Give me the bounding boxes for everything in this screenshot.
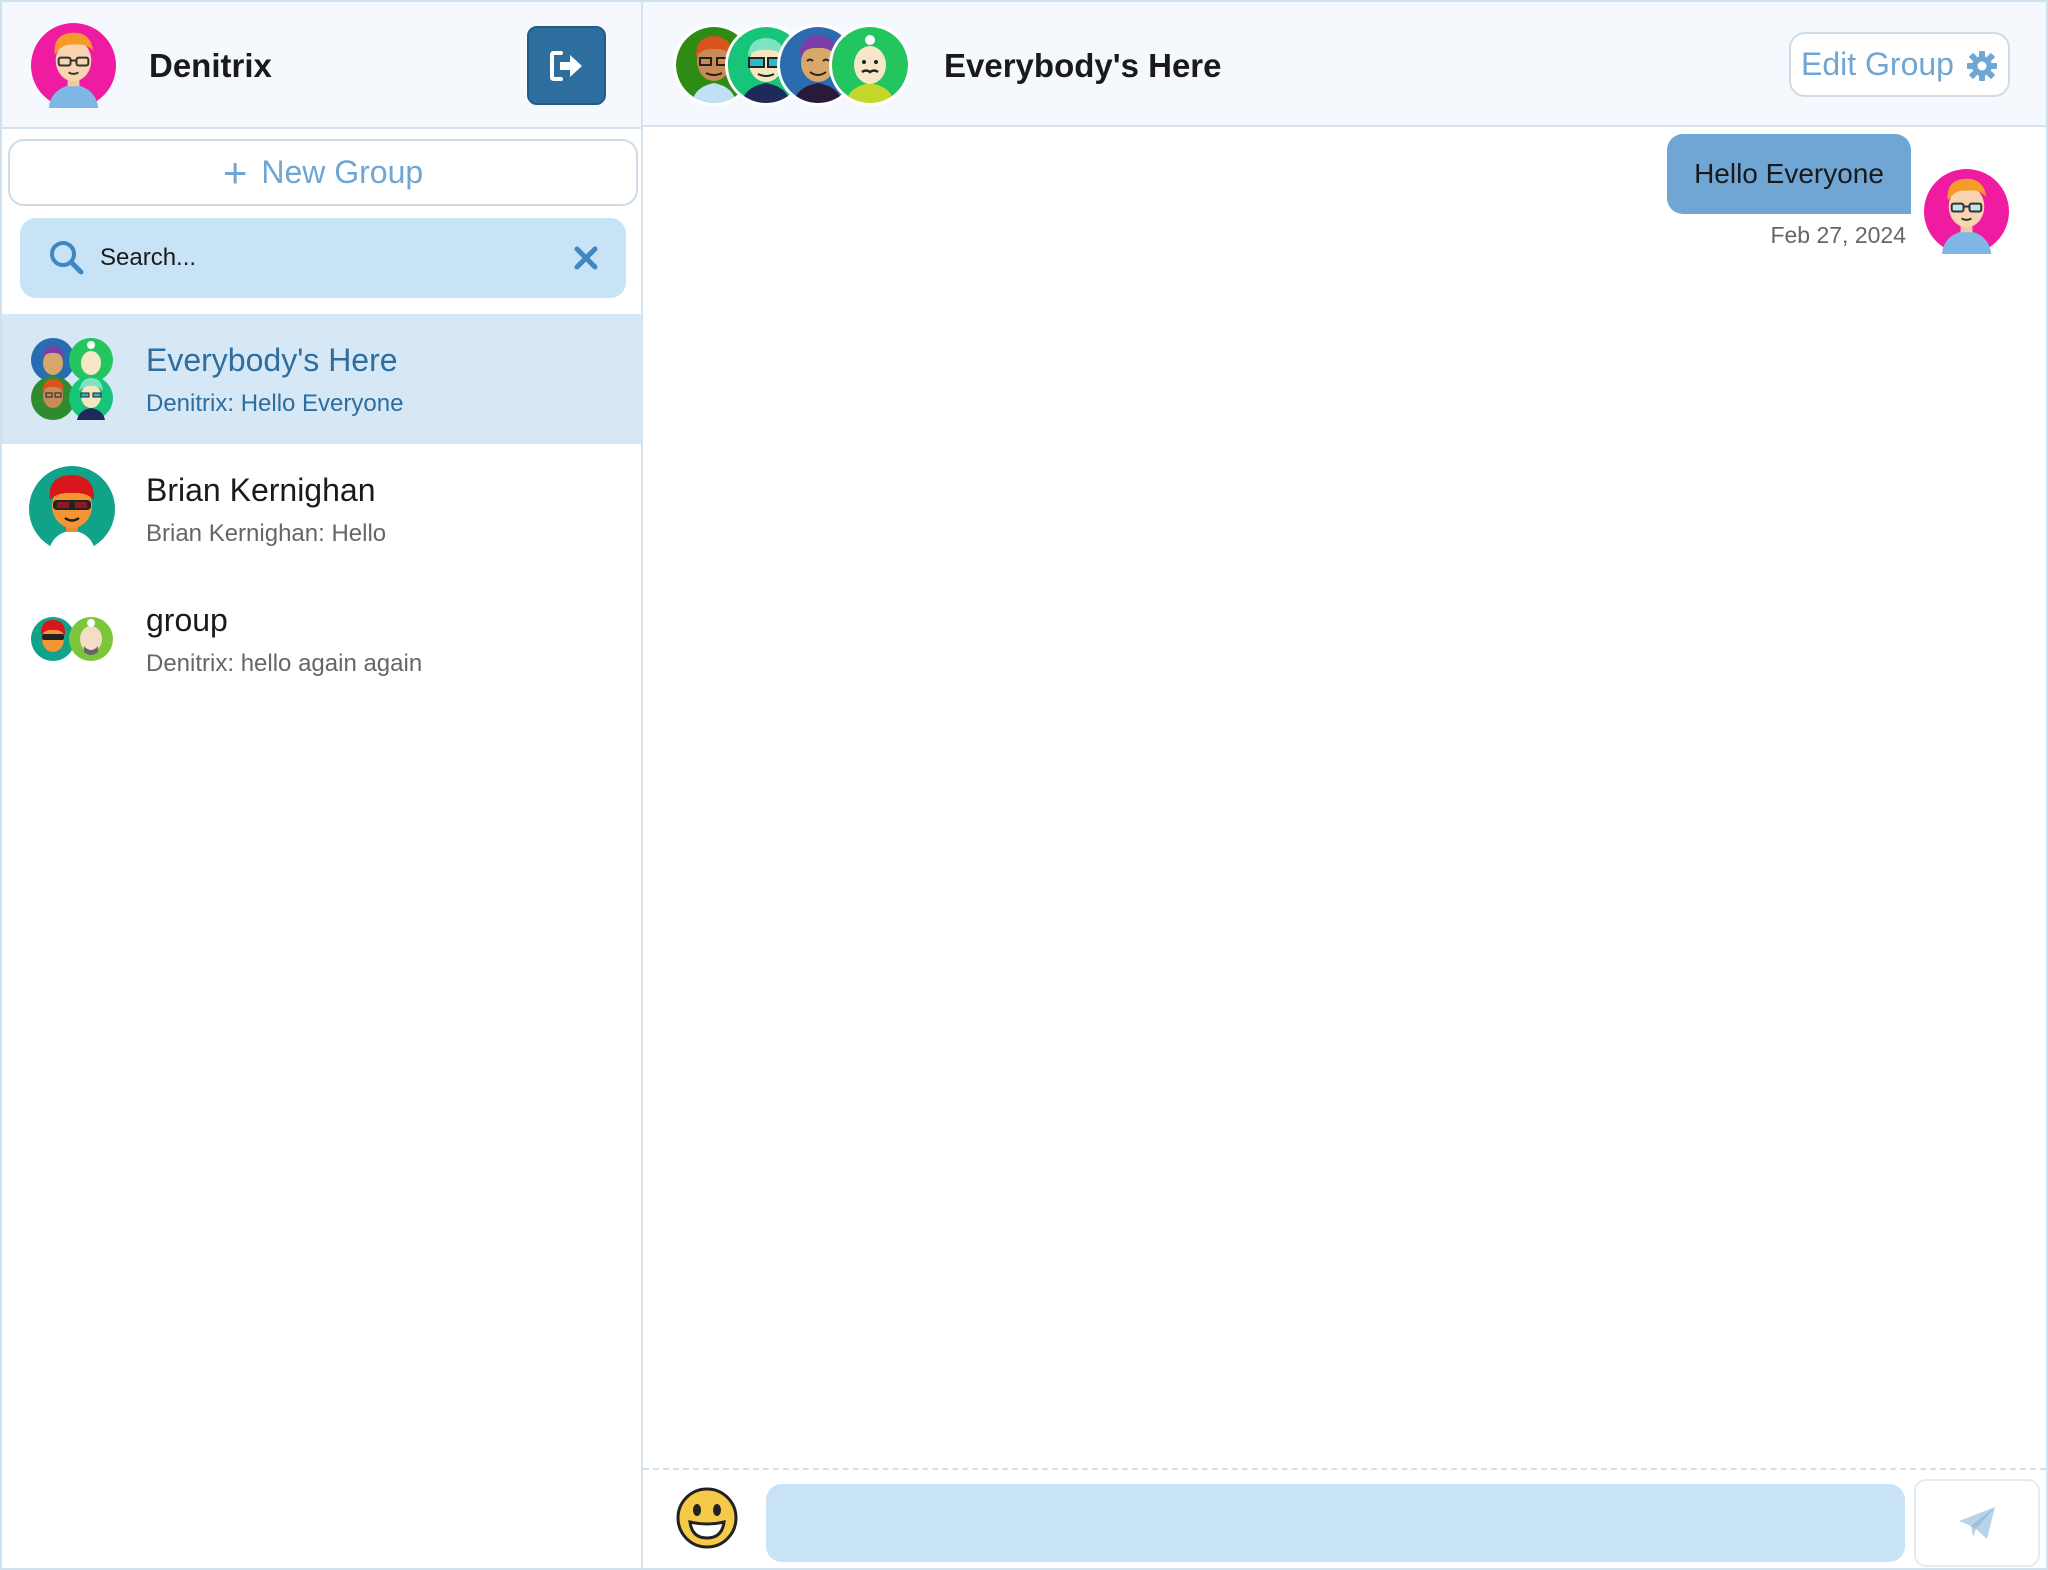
close-icon[interactable] bbox=[572, 244, 600, 272]
group-avatar-icon bbox=[29, 336, 115, 422]
conversation-preview: Denitrix: hello again again bbox=[146, 650, 423, 677]
paper-plane-icon bbox=[1959, 1507, 1995, 1539]
sidebar: Denitrix + New Group Search... Everybody… bbox=[2, 2, 643, 1568]
chat-header: Everybody's Here Edit Group bbox=[643, 2, 2046, 127]
member-avatar-icon bbox=[829, 24, 911, 106]
chat-title: Everybody's Here bbox=[944, 47, 1222, 84]
conversation-item-group[interactable]: group Denitrix: hello again again bbox=[2, 574, 641, 704]
new-group-label: New Group bbox=[261, 154, 424, 190]
group-members-avatars[interactable] bbox=[673, 24, 913, 106]
search-bar bbox=[20, 218, 626, 298]
avatar-denitrix-icon[interactable] bbox=[31, 23, 116, 108]
search-icon bbox=[50, 241, 84, 275]
conversation-title: Brian Kernighan bbox=[146, 472, 376, 508]
search-input[interactable] bbox=[100, 238, 560, 278]
gear-icon bbox=[1967, 51, 1997, 81]
avatar-denitrix-icon[interactable] bbox=[1924, 169, 2009, 254]
sidebar-header: Denitrix bbox=[2, 2, 641, 129]
message-bubble-outgoing[interactable]: Hello Everyone bbox=[1667, 134, 1911, 214]
logout-button[interactable] bbox=[527, 26, 606, 105]
message-input[interactable] bbox=[766, 1484, 1905, 1562]
chat-app: Denitrix + New Group Search... Everybody… bbox=[0, 0, 2048, 1570]
new-group-button[interactable]: + New Group bbox=[8, 139, 638, 206]
message-composer bbox=[643, 1468, 2046, 1568]
current-user-name: Denitrix bbox=[149, 47, 272, 84]
conversation-title: Everybody's Here bbox=[146, 342, 398, 378]
conversation-preview: Brian Kernighan: Hello bbox=[146, 520, 387, 547]
conversation-list: Everybody's Here Denitrix: Hello Everyon… bbox=[2, 314, 641, 704]
conversation-item-everybodys-here[interactable]: Everybody's Here Denitrix: Hello Everyon… bbox=[2, 314, 641, 444]
smiley-emoji-icon[interactable] bbox=[675, 1486, 739, 1550]
logout-icon bbox=[549, 50, 582, 81]
avatar-brian-kernighan-icon bbox=[29, 466, 115, 552]
plus-icon: + bbox=[222, 148, 248, 196]
edit-group-button[interactable]: Edit Group bbox=[1789, 32, 2010, 97]
message-list: Hello Everyone Feb 27, 2024 bbox=[643, 129, 2046, 1469]
conversation-item-brian-kernighan[interactable]: Brian Kernighan Brian Kernighan: Hello bbox=[2, 444, 641, 574]
send-button[interactable] bbox=[1914, 1479, 2040, 1567]
conversation-title: group bbox=[146, 602, 228, 638]
message-timestamp: Feb 27, 2024 bbox=[1770, 222, 1906, 248]
conversation-preview: Denitrix: Hello Everyone bbox=[146, 390, 404, 417]
edit-group-label: Edit Group bbox=[1801, 46, 1954, 82]
group-avatar-icon bbox=[29, 596, 115, 682]
chat-panel: Everybody's Here Edit Group Hello Everyo… bbox=[643, 2, 2046, 1568]
